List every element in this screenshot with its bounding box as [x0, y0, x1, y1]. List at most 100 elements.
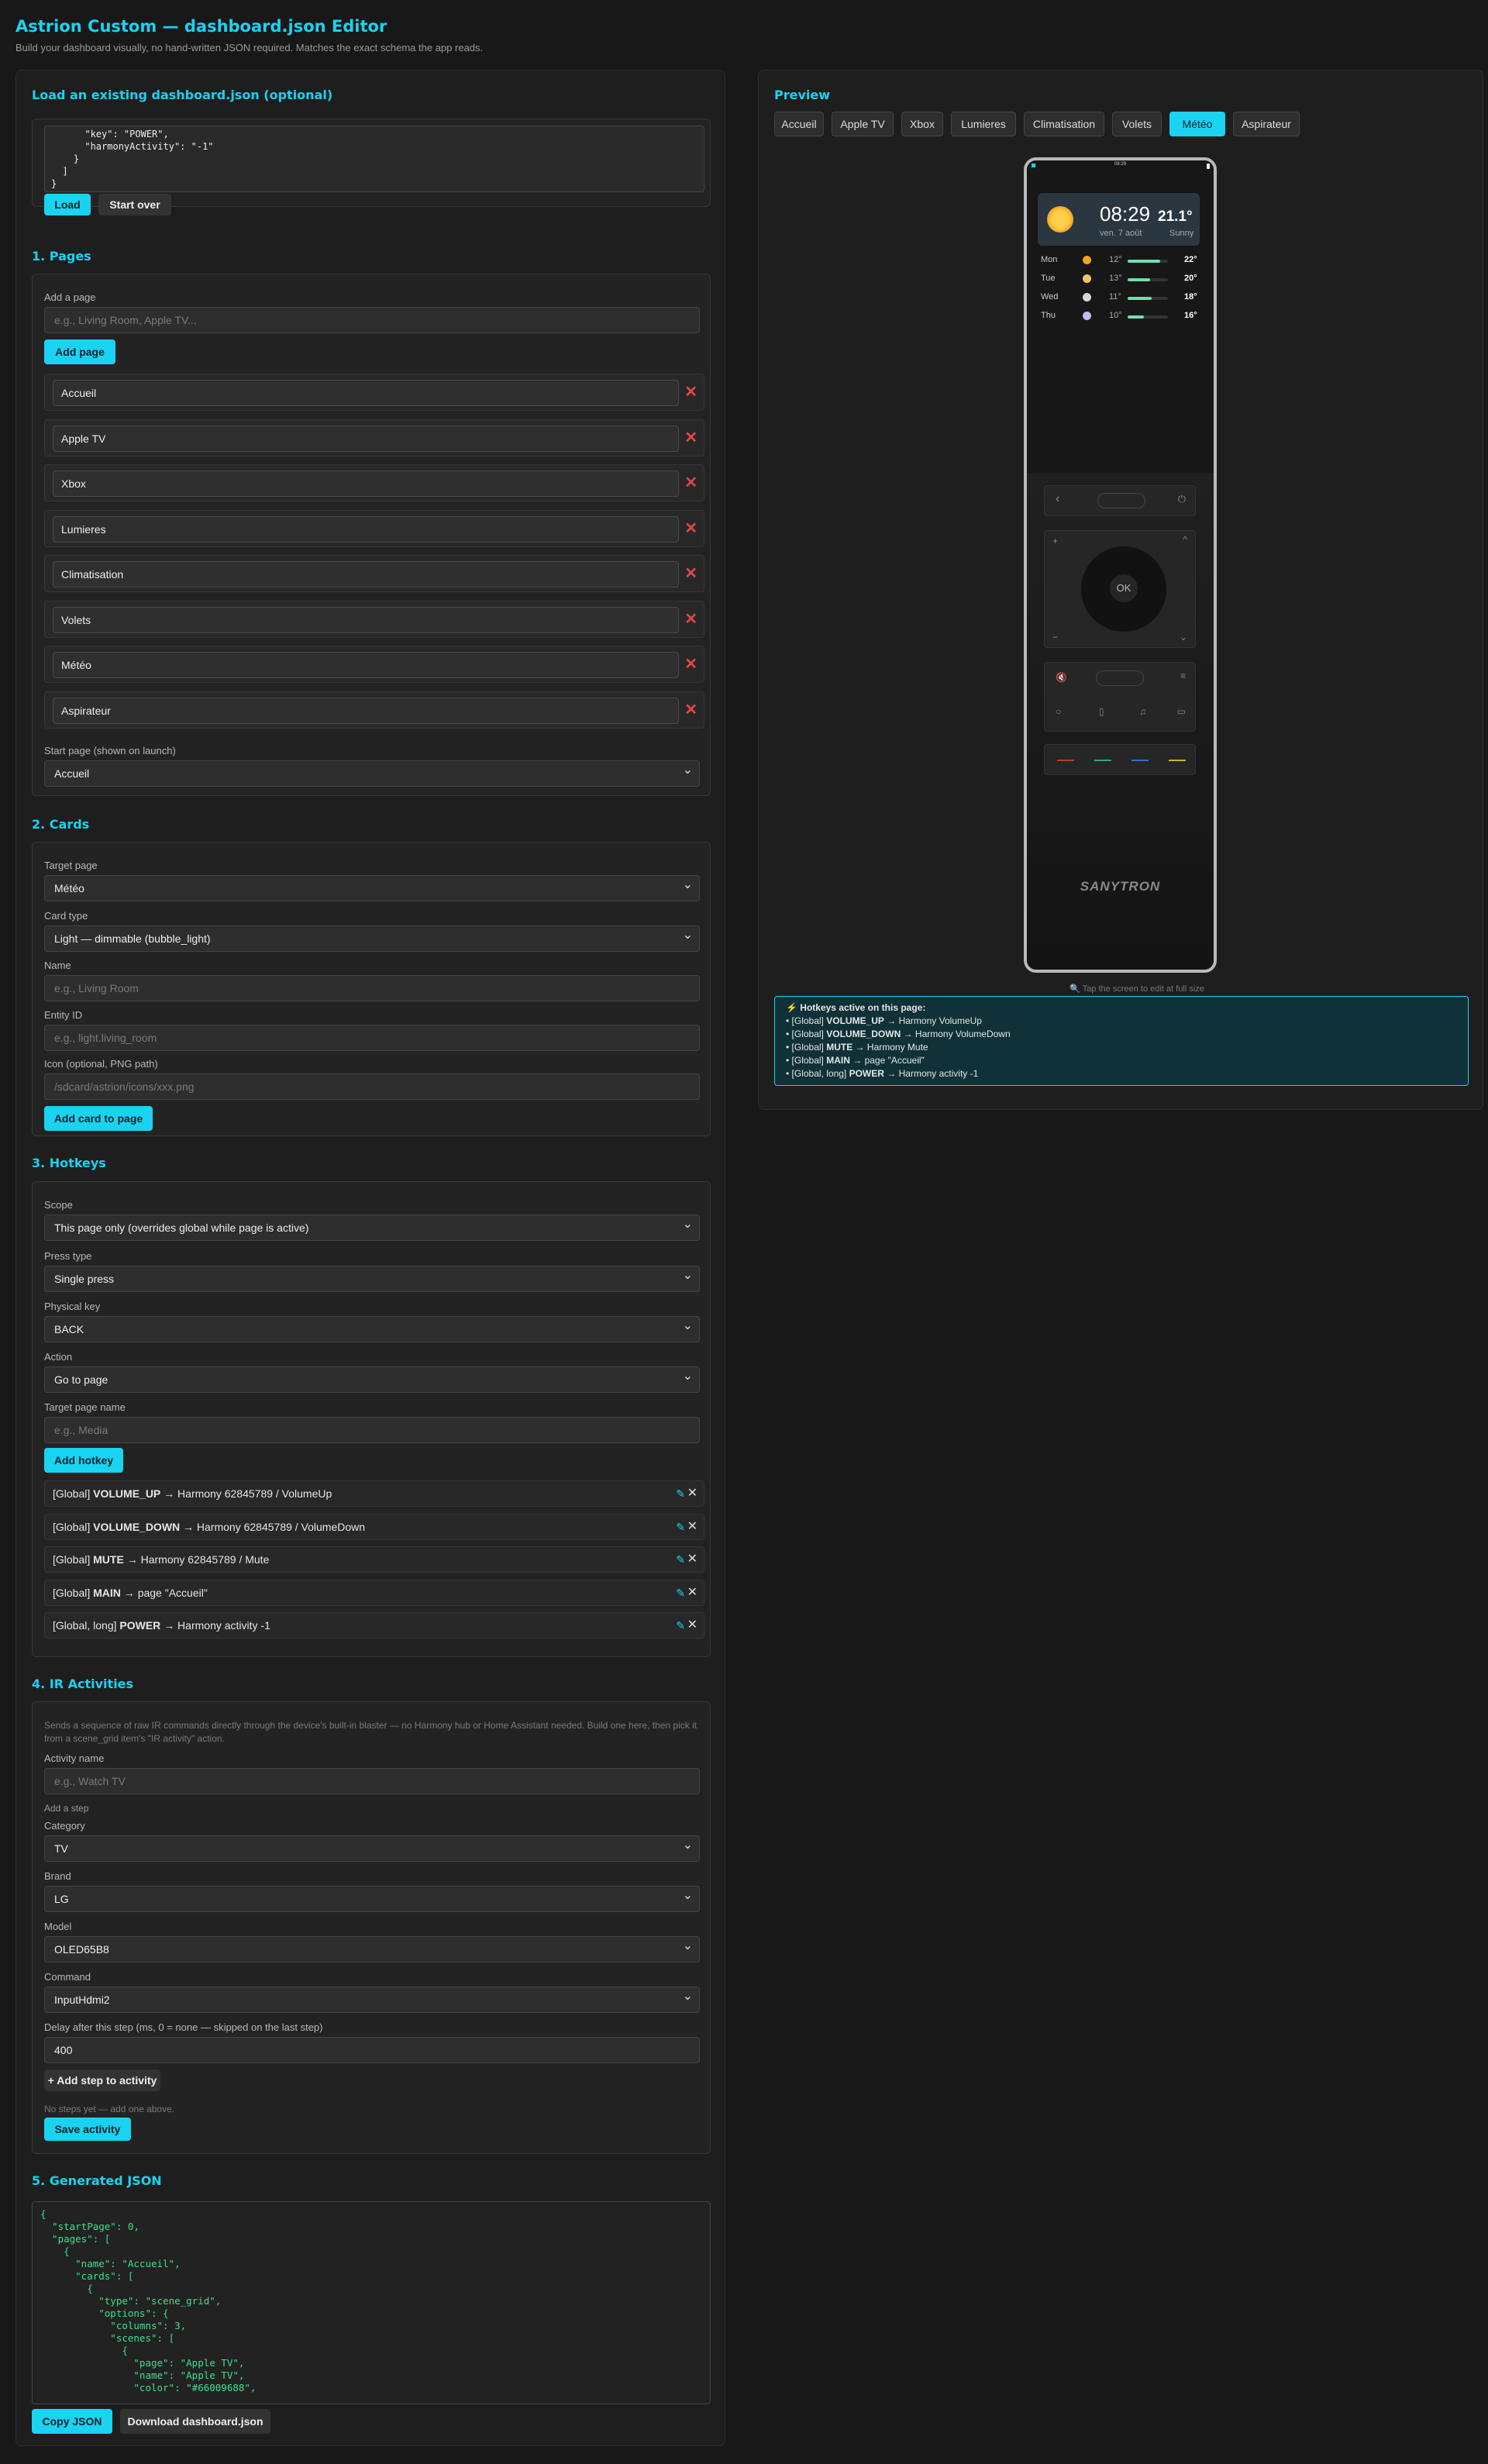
card-name-input[interactable]: e.g., Living Room	[44, 975, 700, 1001]
hotkey-action: → Harmony Mute	[852, 1042, 928, 1053]
preview-tab[interactable]: Accueil	[774, 112, 824, 136]
delete-icon[interactable]: ✕	[684, 428, 698, 447]
delete-icon[interactable]: ✕	[687, 1547, 698, 1572]
load-textarea[interactable]: "key": "POWER", "harmonyActivity": "-1" …	[44, 126, 704, 192]
command-select[interactable]: InputHdmi2	[44, 1984, 700, 2013]
active-hotkey-item: • [Global, long] POWER → Harmony activit…	[786, 1067, 1457, 1080]
tv-icon[interactable]: ▭	[1177, 706, 1186, 717]
weather-date: ven. 7 août	[1100, 229, 1142, 238]
delete-icon[interactable]: ✕	[684, 382, 698, 401]
load-button[interactable]: Load	[44, 194, 91, 215]
delete-icon[interactable]: ✕	[684, 609, 698, 629]
power-icon[interactable]: ⏻	[1178, 493, 1186, 505]
brand-select[interactable]: LG	[44, 1883, 700, 1912]
download-json-button[interactable]: Download dashboard.json	[120, 2409, 270, 2434]
target-page-name-input[interactable]: e.g., Media	[44, 1417, 700, 1443]
yellow-key[interactable]	[1169, 760, 1186, 761]
delete-icon[interactable]: ✕	[684, 700, 698, 719]
add-card-button[interactable]: Add card to page	[44, 1106, 153, 1131]
chevron-up-icon[interactable]: ^	[1183, 534, 1187, 545]
delete-icon[interactable]: ✕	[687, 1613, 698, 1638]
back-icon[interactable]: ‹	[1056, 492, 1059, 506]
ir-description: Sends a sequence of raw IR commands dire…	[44, 1720, 698, 1744]
card-name-label: Name	[44, 960, 71, 971]
preview-tab[interactable]: Aspirateur	[1233, 112, 1300, 136]
preview-tab[interactable]: Apple TV	[832, 112, 894, 136]
preview-tab[interactable]: Xbox	[901, 112, 943, 136]
scope-select[interactable]: This page only (overrides global while p…	[44, 1212, 700, 1241]
preview-tab[interactable]: Climatisation	[1024, 112, 1104, 136]
hotkey-scope: [Global, long]	[53, 1619, 120, 1632]
edit-icon[interactable]: ✎	[676, 1580, 685, 1605]
add-step-button[interactable]: + Add step to activity	[44, 2069, 160, 2091]
blinds-icon[interactable]: ▯	[1099, 706, 1104, 717]
start-page-select[interactable]: Accueil	[44, 758, 700, 787]
model-select[interactable]: OLED65B8	[44, 1934, 700, 1963]
mute-icon[interactable]: 🔇	[1056, 672, 1067, 683]
ir-title: 4. IR Activities	[32, 1677, 134, 1691]
sun-icon	[1047, 206, 1073, 233]
press-type-select[interactable]: Single press	[44, 1263, 700, 1292]
page-list-item: Accueil ✕	[44, 374, 704, 411]
delete-icon[interactable]: ✕	[684, 519, 698, 538]
menu-icon[interactable]: ≡	[1180, 670, 1186, 681]
delete-icon[interactable]: ✕	[687, 1481, 698, 1506]
green-key[interactable]	[1094, 760, 1111, 761]
add-page-input[interactable]: e.g., Living Room, Apple TV...	[44, 307, 700, 333]
page-name-input[interactable]: Lumieres	[53, 515, 679, 543]
delete-icon[interactable]: ✕	[684, 654, 698, 674]
edit-icon[interactable]: ✎	[676, 1547, 685, 1572]
delete-icon[interactable]: ✕	[687, 1515, 698, 1539]
page-name-input[interactable]: Xbox	[53, 470, 679, 497]
bulb-icon[interactable]: ○	[1056, 706, 1061, 717]
page-name-input[interactable]: Aspirateur	[53, 697, 679, 724]
page-name-input[interactable]: Climatisation	[53, 561, 679, 588]
physical-key-select[interactable]: BACK	[44, 1314, 700, 1342]
battery-icon	[1207, 164, 1210, 169]
start-over-button[interactable]: Start over	[98, 194, 171, 215]
preview-title: Preview	[774, 88, 831, 102]
delay-input[interactable]: 400	[44, 2037, 700, 2063]
plus-icon[interactable]: +	[1052, 536, 1058, 546]
add-page-button[interactable]: Add page	[44, 339, 115, 364]
preview-tab[interactable]: Volets	[1112, 112, 1162, 136]
blue-key[interactable]	[1132, 760, 1149, 761]
minus-icon[interactable]: −	[1052, 632, 1058, 643]
delete-icon[interactable]: ✕	[684, 563, 698, 583]
phone-screen[interactable]: 08:29 08:29 ven. 7 août 21.1° Sunny Mon 1…	[1027, 160, 1214, 473]
page-name-input[interactable]: Volets	[53, 606, 679, 633]
edit-icon[interactable]: ✎	[676, 1613, 685, 1638]
target-page-select[interactable]: Météo	[44, 873, 700, 901]
entity-id-input[interactable]: e.g., light.living_room	[44, 1025, 700, 1051]
page-name-input[interactable]: Accueil	[53, 380, 679, 406]
forecast-low: 12°	[1109, 255, 1122, 264]
page-list-item: Apple TV ✕	[44, 419, 704, 457]
weather-card[interactable]: 08:29 ven. 7 août 21.1° Sunny	[1038, 193, 1200, 246]
icon-path-input[interactable]: /sdcard/astrion/icons/xxx.png	[44, 1073, 700, 1100]
red-key[interactable]	[1057, 760, 1074, 761]
mic-icon[interactable]	[1096, 670, 1144, 686]
chevron-down-icon[interactable]: ⌄	[1180, 632, 1187, 643]
ok-button[interactable]: OK	[1110, 574, 1138, 602]
page-name-input[interactable]: Météo	[53, 652, 679, 678]
generated-json-textarea[interactable]: { "startPage": 0, "pages": [ { "name": "…	[32, 2201, 711, 2404]
delete-icon[interactable]: ✕	[687, 1580, 698, 1605]
save-activity-button[interactable]: Save activity	[44, 2118, 131, 2141]
edit-icon[interactable]: ✎	[676, 1481, 685, 1506]
action-select[interactable]: Go to page	[44, 1364, 700, 1393]
add-hotkey-button[interactable]: Add hotkey	[44, 1448, 123, 1473]
phone-mockup[interactable]: 08:29 08:29 ven. 7 août 21.1° Sunny Mon 1…	[1024, 157, 1217, 973]
nav-row: ‹ ⏻	[1044, 485, 1196, 516]
activity-name-input[interactable]: e.g., Watch TV	[44, 1768, 700, 1794]
page-name-input[interactable]: Apple TV	[53, 425, 679, 452]
preview-tab[interactable]: Lumieres	[951, 112, 1016, 136]
home-icon[interactable]	[1097, 493, 1145, 508]
load-title: Load an existing dashboard.json (optiona…	[32, 88, 333, 102]
card-type-select[interactable]: Light — dimmable (bubble_light)	[44, 923, 700, 952]
preview-tab[interactable]: Météo	[1169, 112, 1225, 136]
edit-icon[interactable]: ✎	[676, 1515, 685, 1539]
category-select[interactable]: TV	[44, 1833, 700, 1862]
copy-json-button[interactable]: Copy JSON	[32, 2409, 112, 2434]
delete-icon[interactable]: ✕	[684, 473, 698, 492]
music-icon[interactable]: ♫	[1139, 706, 1146, 717]
